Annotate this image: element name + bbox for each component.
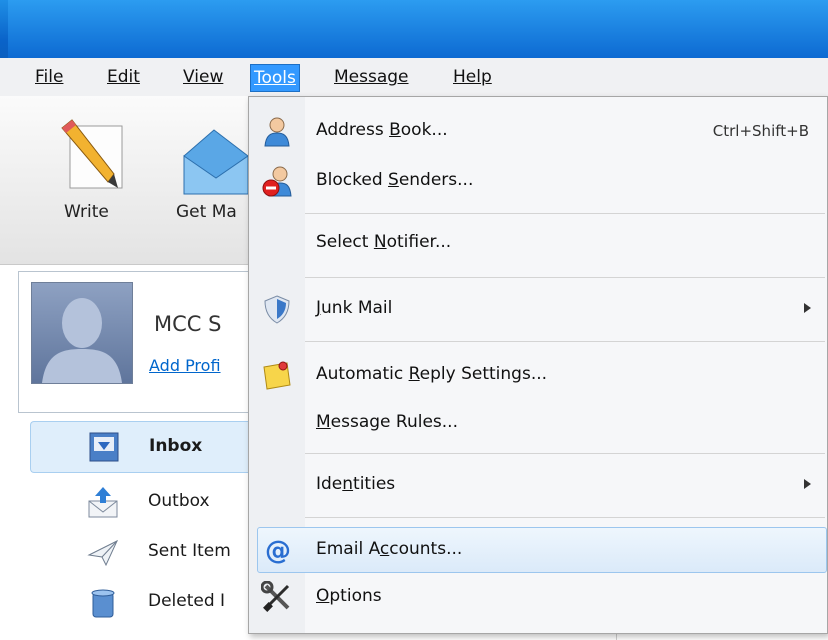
trash-bin-icon [91, 589, 115, 618]
folder-inbox-label: Inbox [149, 436, 203, 456]
menu-item-email-accounts[interactable]: @ Email Accounts... [257, 527, 827, 573]
select-notifier-accel: N [373, 232, 387, 252]
automatic-reply-accel: R [408, 364, 420, 384]
menu-tools[interactable]: Tools [250, 64, 300, 92]
menu-item-identities[interactable]: Identities [249, 463, 827, 507]
address-book-accel: B [389, 120, 401, 140]
menu-bar: File Edit View Tools Message Help [0, 58, 828, 96]
folder-sent[interactable]: Sent Item [30, 527, 248, 577]
options-text-rest: ptions [329, 586, 382, 606]
folder-sent-label: Sent Item [148, 541, 231, 561]
add-profile-link[interactable]: Add Profi [149, 356, 221, 375]
menu-message-label: Message [334, 67, 409, 87]
submenu-arrow-icon [804, 303, 811, 313]
menu-item-automatic-reply-settings[interactable]: Automatic Reply Settings... [249, 353, 827, 397]
automatic-reply-text-rest: eply Settings... [419, 364, 548, 384]
blocked-senders-icon [262, 166, 292, 197]
address-book-label: Address Book... [316, 120, 448, 140]
folder-outbox-label: Outbox [148, 491, 210, 511]
email-accounts-accel: c [379, 539, 390, 559]
folder-outbox[interactable]: Outbox [30, 477, 248, 527]
identities-label: Identities [316, 474, 395, 494]
profile-card: MCC S Add Profi [18, 271, 249, 413]
blocked-senders-label: Blocked Senders... [316, 170, 473, 190]
blocked-senders-accel: S [388, 170, 399, 190]
menu-item-select-notifier[interactable]: Select Notifier... [249, 221, 827, 265]
blocked-senders-text-rest: enders... [398, 170, 474, 190]
automatic-reply-text: Automatic [316, 364, 409, 384]
menu-separator [305, 341, 825, 342]
email-accounts-label: Email Accounts... [316, 539, 462, 559]
address-book-text-rest: ook... [400, 120, 448, 140]
message-rules-accel: M [316, 412, 331, 432]
menu-separator [305, 453, 825, 454]
message-rules-label: Message Rules... [316, 412, 458, 432]
menu-message[interactable]: Message [331, 64, 412, 90]
get-mail-icon [183, 129, 249, 195]
menu-separator [305, 517, 825, 518]
menu-edit-label: Edit [107, 67, 140, 87]
toolbar: Write Get Ma [0, 96, 249, 265]
profile-name: MCC S [154, 312, 222, 336]
shield-icon [264, 295, 290, 324]
menu-edit[interactable]: Edit [104, 64, 143, 90]
folder-deleted-label: Deleted I [148, 591, 226, 611]
window-titlebar [0, 0, 828, 58]
menu-view-label: View [183, 67, 224, 87]
menu-help[interactable]: Help [450, 64, 495, 90]
message-rules-text-rest: essage Rules... [330, 412, 458, 432]
select-notifier-text: Select [316, 232, 374, 252]
wrench-screwdriver-icon [261, 581, 290, 612]
svg-text:@: @ [265, 536, 291, 566]
paper-plane-icon [87, 539, 119, 567]
select-notifier-label: Select Notifier... [316, 232, 451, 252]
address-book-icon [264, 117, 290, 147]
options-accel: O [316, 586, 330, 606]
identities-accel: n [342, 474, 354, 494]
menu-help-label: Help [453, 67, 492, 87]
email-accounts-text-rest: counts... [389, 539, 463, 559]
avatar[interactable] [31, 282, 133, 384]
menu-separator [305, 277, 825, 278]
left-pane: MCC S Add Profi Inbox Outbox Sent Item D… [0, 265, 249, 640]
menu-item-junk-mail[interactable]: Junk Mail [249, 287, 827, 331]
identities-text: Ide [316, 474, 343, 494]
folder-inbox[interactable]: Inbox [30, 421, 249, 473]
identities-text-rest: tities [353, 474, 396, 494]
email-accounts-text: Email A [316, 539, 380, 559]
blocked-senders-text: Blocked [316, 170, 389, 190]
tools-dropdown-menu: Address Book... Ctrl+Shift+B Blocked Sen… [248, 96, 828, 634]
menu-file-label: File [35, 67, 64, 87]
inbox-icon [89, 432, 119, 462]
write-label: Write [64, 202, 109, 222]
outbox-icon [88, 487, 118, 518]
at-sign-icon: @ [265, 536, 291, 566]
write-button[interactable]: Write [50, 96, 140, 256]
menu-view[interactable]: View [180, 64, 226, 90]
get-mail-button[interactable]: Get Ma [170, 96, 249, 256]
select-notifier-text-rest: otifier... [386, 232, 452, 252]
menu-item-options[interactable]: Options [249, 575, 827, 619]
sticky-note-icon [263, 361, 291, 390]
menu-separator [305, 213, 825, 214]
menu-item-message-rules[interactable]: Message Rules... [249, 401, 827, 445]
address-book-text: Address [316, 120, 390, 140]
menu-item-blocked-senders[interactable]: Blocked Senders... [249, 159, 827, 203]
junk-mail-text-rest: unk Mail [321, 298, 393, 318]
menu-item-address-book[interactable]: Address Book... Ctrl+Shift+B [249, 109, 827, 153]
write-icon [61, 119, 123, 189]
menu-file[interactable]: File [32, 64, 66, 90]
automatic-reply-label: Automatic Reply Settings... [316, 364, 547, 384]
folder-deleted[interactable]: Deleted I [30, 577, 248, 627]
options-label: Options [316, 586, 382, 606]
address-book-shortcut: Ctrl+Shift+B [712, 122, 809, 140]
menu-tools-label: Tools [254, 68, 296, 88]
junk-mail-label: Junk Mail [316, 298, 392, 318]
get-mail-label: Get Ma [176, 202, 237, 222]
submenu-arrow-icon [804, 479, 811, 489]
titlebar-gradient [8, 0, 828, 58]
person-silhouette-icon [42, 298, 122, 383]
